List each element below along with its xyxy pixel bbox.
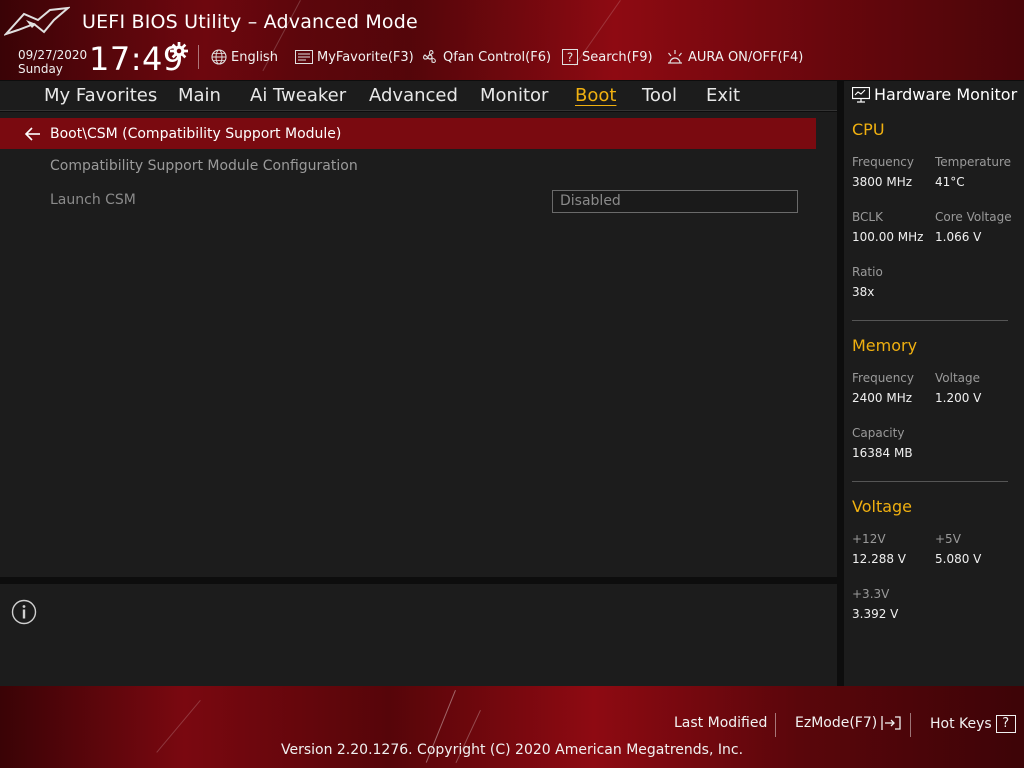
rog-logo-icon <box>4 6 70 36</box>
tab-my-favorites[interactable]: My Favorites <box>44 85 157 106</box>
language-button[interactable]: English <box>211 48 278 66</box>
cpu-heading: CPU <box>852 120 885 139</box>
version-text: Version 2.20.1276. Copyright (C) 2020 Am… <box>280 742 744 758</box>
breadcrumb[interactable]: Boot\CSM (Compatibility Support Module) <box>0 118 816 149</box>
myfavorite-button[interactable]: MyFavorite(F3) <box>295 48 414 66</box>
main-menu-bar: My Favorites Main Ai Tweaker Advanced Mo… <box>0 81 837 111</box>
hardware-monitor-title: Hardware Monitor <box>852 85 1017 104</box>
memory-frequency-value: 2400 MHz <box>852 391 913 405</box>
core-voltage-value: 1.066 V <box>935 230 982 244</box>
myfavorite-label: MyFavorite(F3) <box>317 49 414 65</box>
qfan-label: Qfan Control(F6) <box>443 49 552 65</box>
aura-toggle-button[interactable]: AURA ON/OFF(F4) <box>666 48 803 66</box>
tab-main[interactable]: Main <box>178 85 221 106</box>
ratio-label: Ratio <box>852 265 883 279</box>
v12-value: 12.288 V <box>852 552 907 566</box>
tab-exit[interactable]: Exit <box>706 85 740 106</box>
launch-csm-label: Launch CSM <box>50 192 136 208</box>
cpu-temperature-label: Temperature <box>935 155 1012 169</box>
favorite-list-icon <box>295 50 313 64</box>
core-voltage-label: Core Voltage <box>935 210 1012 224</box>
date-display: 09/27/2020 <box>18 48 88 62</box>
section-title: Compatibility Support Module Configurati… <box>50 158 358 174</box>
section-divider <box>852 320 1008 321</box>
cpu-temperature-value: 41°C <box>935 175 965 189</box>
ezmode-button[interactable]: EzMode(F7) <box>795 715 901 731</box>
v5-value: 5.080 V <box>935 552 982 566</box>
tab-tool[interactable]: Tool <box>642 85 677 106</box>
qfan-control-button[interactable]: Qfan Control(F6) <box>421 48 551 66</box>
info-icon <box>11 599 37 625</box>
memory-frequency-label: Frequency <box>852 371 914 385</box>
breadcrumb-label: Boot\CSM (Compatibility Support Module) <box>50 125 342 142</box>
ezmode-label: EzMode(F7) <box>795 715 878 731</box>
exit-to-ezmode-icon <box>881 716 901 730</box>
memory-capacity-label: Capacity <box>852 426 905 440</box>
v33-value: 3.392 V <box>852 607 899 621</box>
app-title: UEFI BIOS Utility – Advanced Mode <box>82 11 418 33</box>
hardware-monitor-panel: Hardware Monitor CPU Frequency 3800 MHz … <box>844 81 1024 686</box>
ratio-value: 38x <box>852 285 875 299</box>
tab-monitor[interactable]: Monitor <box>480 85 548 106</box>
v12-label: +12V <box>852 532 886 546</box>
bclk-value: 100.00 MHz <box>852 230 924 244</box>
language-label: English <box>231 49 278 65</box>
help-panel <box>0 584 837 686</box>
fan-icon <box>423 50 436 63</box>
hot-keys-help-icon: ? <box>995 715 1016 733</box>
gear-icon[interactable] <box>170 42 188 60</box>
search-button[interactable]: ? Search(F9) <box>562 48 653 66</box>
memory-voltage-label: Voltage <box>935 371 981 385</box>
tab-advanced[interactable]: Advanced <box>369 85 458 106</box>
v33-label: +3.3V <box>852 587 890 601</box>
aura-label: AURA ON/OFF(F4) <box>688 49 804 65</box>
back-arrow-icon[interactable] <box>24 126 42 142</box>
bclk-label: BCLK <box>852 210 883 224</box>
launch-csm-select[interactable]: Disabled <box>552 190 798 213</box>
footer: Last Modified EzMode(F7) Hot Keys ? Vers… <box>0 686 1024 768</box>
hot-keys-button[interactable]: Hot Keys ? <box>930 715 1016 733</box>
cpu-frequency-label: Frequency <box>852 155 914 169</box>
footer-divider <box>910 713 911 737</box>
last-modified-button[interactable]: Last Modified <box>674 715 767 731</box>
memory-voltage-value: 1.200 V <box>935 391 982 405</box>
search-help-icon: ? <box>562 49 578 65</box>
cpu-frequency-value: 3800 MHz <box>852 175 913 189</box>
hot-keys-label: Hot Keys <box>930 716 992 732</box>
search-label: Search(F9) <box>582 49 653 65</box>
memory-heading: Memory <box>852 336 918 355</box>
header-divider <box>198 45 199 69</box>
section-divider <box>852 481 1008 482</box>
aura-light-icon <box>668 50 682 64</box>
footer-divider <box>775 713 776 737</box>
memory-capacity-value: 16384 MB <box>852 446 913 460</box>
day-display: Sunday <box>18 62 63 76</box>
tab-boot[interactable]: Boot <box>575 85 616 106</box>
voltage-heading: Voltage <box>852 497 913 516</box>
main-panel: Boot\CSM (Compatibility Support Module) … <box>0 112 837 577</box>
header: UEFI BIOS Utility – Advanced Mode 09/27/… <box>0 0 1024 80</box>
svg-text:?: ? <box>567 51 573 65</box>
tab-ai-tweaker[interactable]: Ai Tweaker <box>250 85 346 106</box>
globe-icon <box>211 49 227 65</box>
last-modified-label: Last Modified <box>674 715 768 731</box>
v5-label: +5V <box>935 532 961 546</box>
hardware-monitor-title-text: Hardware Monitor <box>874 85 1018 104</box>
monitor-icon <box>852 86 870 103</box>
